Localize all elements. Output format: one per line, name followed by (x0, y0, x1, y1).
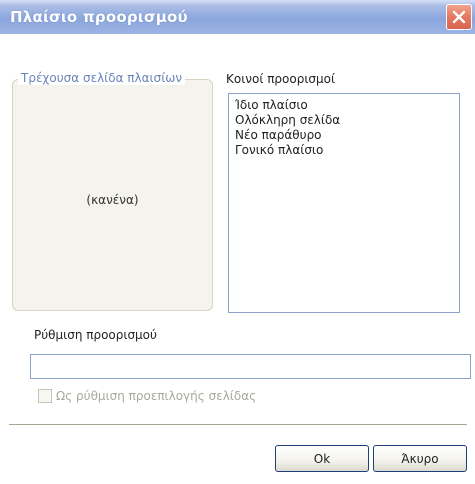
button-separator (9, 424, 467, 426)
close-button[interactable] (446, 4, 472, 30)
ok-button[interactable]: Ok (275, 445, 369, 472)
dialog-title: Πλαίσιο προορισμού (10, 8, 188, 26)
title-bar[interactable]: Πλαίσιο προορισμού (0, 0, 475, 34)
list-item-parent-frame[interactable]: Γονικό πλαίσιο (235, 143, 453, 158)
target-setting-input[interactable] (30, 354, 471, 379)
target-frame-dialog: Πλαίσιο προορισμού Τρέχουσα σελίδα πλαισ… (0, 0, 475, 484)
cancel-button[interactable]: Άκυρο (373, 445, 467, 472)
close-icon (452, 10, 466, 24)
no-frames-text: (κανένα) (86, 193, 139, 207)
default-page-checkbox-label: Ως ρύθμιση προεπιλογής σελίδας (56, 389, 257, 403)
target-setting-label: Ρύθμιση προορισμού (34, 328, 157, 342)
current-frames-label: Τρέχουσα σελίδα πλαισίων (18, 71, 186, 85)
list-item-same-frame[interactable]: Ίδιο πλαίσιο (235, 98, 453, 113)
list-item-whole-page[interactable]: Ολόκληρη σελίδα (235, 113, 453, 128)
common-targets-label: Κοινοί προορισμοί (226, 72, 336, 86)
default-page-checkbox[interactable] (38, 389, 52, 403)
common-targets-list[interactable]: Ίδιο πλαίσιο Ολόκληρη σελίδα Νέο παράθυρ… (228, 93, 460, 313)
list-item-new-window[interactable]: Νέο παράθυρο (235, 128, 453, 143)
